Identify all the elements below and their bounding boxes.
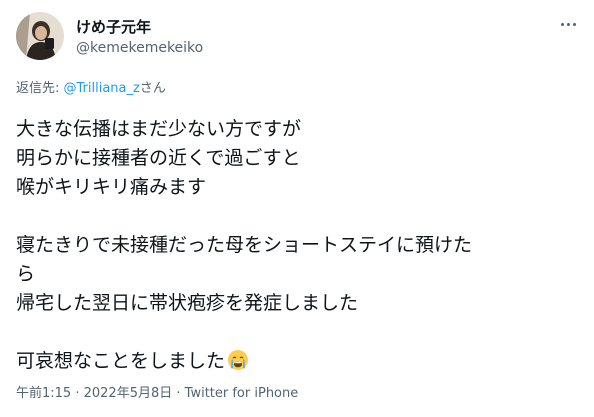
reply-context: 返信先: @Trilliana_zさん [16,80,166,97]
reply-suffix: さん [139,81,166,96]
tweet-text-line: 喉がキリキリ痛みます [16,176,207,198]
meta-separator: · [172,386,185,401]
avatar-image [16,12,64,60]
tweet-text-line: 帰宅した翌日に帯状疱疹を発症しました [16,292,359,314]
tweet-text: 大きな伝播はまだ少ない方ですが 明らかに接種者の近くで過ごすと 喉がキリキリ痛み… [16,115,578,376]
more-options-icon-dot [566,22,570,26]
reply-prefix: 返信先: [16,81,64,96]
tweet-card: けめ子元年 @kemekemekeiko 返信先: @Trilliana_zさん… [0,0,594,417]
tweet-date[interactable]: 2022年5月8日 [84,386,173,401]
more-options-icon [560,22,564,26]
crying-face-emoji-icon [227,349,249,380]
tweet-meta: 午前1:15 · 2022年5月8日 · Twitter for iPhone [16,385,298,402]
tweet-text-line: 可哀想なことをしました [16,350,226,372]
tweet-text-line: 明らかに接種者の近くで過ごすと [16,147,301,169]
tweet-text-line: ら [16,263,36,285]
more-options-icon-dot [572,22,576,26]
author-handle[interactable]: @kemekemekeiko [76,39,203,57]
tweet-time[interactable]: 午前1:15 [16,386,71,401]
more-options-button[interactable] [556,12,580,36]
tweet-source[interactable]: Twitter for iPhone [185,386,299,401]
tweet-text-last-line: 可哀想なことをしました [16,347,578,376]
reply-mention-link[interactable]: @Trilliana_z [64,81,140,96]
meta-separator: · [71,386,84,401]
tweet-text-line: 大きな伝播はまだ少ない方ですが [16,118,302,140]
avatar[interactable] [16,12,64,60]
tweet-text-line: 寝たきりで未接種だった母をショートステイに預けた [16,234,473,256]
author-display-name[interactable]: けめ子元年 [76,17,151,37]
